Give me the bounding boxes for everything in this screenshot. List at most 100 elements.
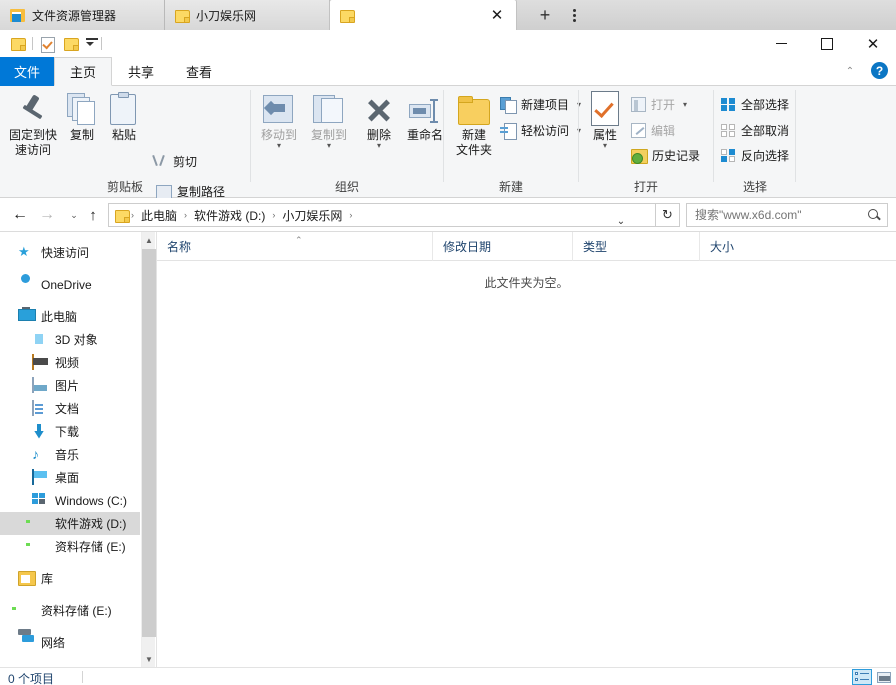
cut-button[interactable]: 剪切	[152, 150, 197, 173]
sidebar-item-documents[interactable]: 文档	[0, 397, 140, 420]
tab-view[interactable]: 查看	[170, 57, 228, 86]
tab-file[interactable]: 文件	[0, 57, 54, 86]
browser-tab-2[interactable]: 小刀娱乐网	[165, 0, 330, 30]
browser-tab-1[interactable]: 文件资源管理器	[0, 0, 165, 30]
forward-button[interactable]: →	[36, 204, 58, 226]
breadcrumb-item-2[interactable]: 小刀娱乐网	[277, 205, 347, 225]
up-button[interactable]: ↑	[82, 204, 104, 226]
breadcrumb-separator[interactable]: ›	[347, 205, 354, 225]
column-header-type[interactable]: 类型	[572, 232, 699, 261]
maximize-button[interactable]	[804, 30, 850, 57]
new-folder-button[interactable]: 新建 文件夹	[448, 89, 500, 167]
chevron-down-icon[interactable]: ▾	[683, 100, 687, 109]
sidebar-item-drive-e[interactable]: 资料存储 (E:)	[0, 535, 140, 558]
sidebar-item-onedrive[interactable]: OneDrive	[0, 273, 140, 296]
browser-tab-strip: 文件资源管理器 小刀娱乐网 ✕ +	[0, 0, 896, 30]
sidebar-item-label: 桌面	[55, 469, 79, 486]
sidebar-item-drive-d[interactable]: 软件游戏 (D:)	[0, 512, 140, 535]
new-item-button[interactable]: 新建项目 ▾	[500, 93, 581, 116]
column-header-name[interactable]: ⌃ 名称	[157, 232, 432, 261]
pin-label-line1: 固定到快	[9, 128, 57, 143]
select-none-button[interactable]: 全部取消	[720, 119, 789, 142]
sidebar-item-pictures[interactable]: 图片	[0, 374, 140, 397]
new-tab-icon[interactable]: +	[534, 4, 556, 26]
close-window-button[interactable]: ✕	[850, 30, 896, 57]
copy-to-caret-icon[interactable]: ▾	[327, 143, 331, 149]
group-separator	[795, 90, 796, 182]
tab-share[interactable]: 共享	[112, 57, 170, 86]
breadcrumb-separator[interactable]: ›	[182, 205, 189, 225]
qat-properties-icon[interactable]	[39, 35, 56, 52]
move-to-caret-icon[interactable]: ▾	[277, 143, 281, 149]
column-header-name-label: 名称	[167, 238, 191, 255]
search-icon[interactable]	[867, 208, 881, 222]
new-item-label: 新建项目	[521, 96, 569, 113]
star-icon: ★	[18, 245, 34, 261]
help-icon[interactable]: ?	[871, 62, 888, 79]
copy-button[interactable]: 复制	[60, 89, 104, 167]
folder-icon	[11, 37, 25, 50]
delete-button[interactable]: 删除 ▾	[357, 89, 401, 167]
address-dropdown-icon[interactable]: ⌄	[611, 209, 631, 233]
details-view-icon[interactable]	[852, 669, 872, 685]
qat-folder-icon[interactable]	[9, 35, 26, 52]
invert-selection-button[interactable]: 反向选择	[720, 144, 789, 167]
file-list-pane[interactable]: ⌃ 名称 修改日期 类型 大小 此文件夹为空。	[156, 232, 896, 667]
sidebar-item-desktop[interactable]: 桌面	[0, 466, 140, 489]
open-button[interactable]: 打开 ▾	[631, 93, 687, 116]
edit-button[interactable]: 编辑	[631, 119, 675, 142]
new-folder-icon	[458, 89, 490, 125]
scroll-up-icon[interactable]: ▲	[142, 232, 156, 248]
sidebar-item-downloads[interactable]: 下载	[0, 420, 140, 443]
tab-home[interactable]: 主页	[54, 57, 112, 86]
collapse-ribbon-icon[interactable]: ⌃	[842, 63, 858, 79]
scroll-down-icon[interactable]: ▼	[142, 651, 156, 667]
sidebar-item-drive-e-root[interactable]: 资料存储 (E:)	[0, 599, 140, 622]
scrollbar-thumb[interactable]	[142, 249, 156, 637]
column-header-date-modified[interactable]: 修改日期	[432, 232, 572, 261]
qat-new-folder-icon[interactable]	[62, 35, 79, 52]
breadcrumb-item-0[interactable]: 此电脑	[136, 205, 182, 225]
sidebar-item-videos[interactable]: 视频	[0, 351, 140, 374]
search-input[interactable]	[693, 207, 867, 223]
properties-caret-icon[interactable]: ▾	[603, 143, 607, 149]
cut-label: 剪切	[173, 153, 197, 170]
sidebar-item-this-pc[interactable]: 此电脑	[0, 305, 140, 328]
close-tab-icon[interactable]: ✕	[488, 6, 506, 24]
move-to-button[interactable]: 移动到 ▾	[253, 89, 305, 167]
ribbon-group-organize: 移动到 ▾ 复制到 ▾ 删除 ▾ 重命名 组织	[251, 86, 443, 198]
tab-menu-icon[interactable]	[565, 4, 583, 26]
sidebar-item-3d-objects[interactable]: 3D 对象	[0, 328, 140, 351]
column-header-size[interactable]: 大小	[699, 232, 779, 261]
address-bar: ← → ⌄ ↑ › 此电脑 › 软件游戏 (D:) › 小刀娱乐网 › ⌄ ↻	[0, 198, 896, 232]
history-button[interactable]: 历史记录	[631, 144, 700, 167]
search-box[interactable]	[686, 203, 888, 227]
sidebar-item-quick-access[interactable]: ★ 快速访问	[0, 241, 140, 264]
properties-button[interactable]: 属性 ▾	[583, 89, 627, 167]
breadcrumb-separator[interactable]: ›	[270, 205, 277, 225]
sidebar-item-libraries[interactable]: 库	[0, 567, 140, 590]
qat-customize-caret-icon[interactable]	[85, 35, 95, 52]
breadcrumb-item-1[interactable]: 软件游戏 (D:)	[189, 205, 270, 225]
sidebar-item-drive-c[interactable]: Windows (C:)	[0, 489, 140, 512]
navigation-pane[interactable]: ★ 快速访问 OneDrive 此电脑 3D 对象 视频 图片 文档	[0, 232, 140, 667]
back-button[interactable]: ←	[9, 204, 31, 226]
invert-selection-label: 反向选择	[741, 147, 789, 164]
delete-caret-icon[interactable]: ▾	[377, 143, 381, 149]
clipboard-group-label: 剪贴板	[0, 178, 250, 195]
drive-windows-icon	[32, 493, 48, 509]
refresh-button[interactable]: ↻	[656, 203, 680, 227]
library-icon	[18, 571, 34, 587]
navigation-pane-scrollbar[interactable]: ▲ ▼	[141, 232, 155, 667]
breadcrumb-separator[interactable]: ›	[129, 205, 136, 225]
minimize-button[interactable]	[758, 30, 804, 57]
copy-to-button[interactable]: 复制到 ▾	[303, 89, 355, 167]
sidebar-item-network[interactable]: 网络	[0, 631, 140, 654]
sidebar-item-music[interactable]: ♪ 音乐	[0, 443, 140, 466]
select-all-button[interactable]: 全部选择	[720, 93, 789, 116]
pin-to-quick-access-button[interactable]: 固定到快 速访问	[4, 89, 62, 167]
large-icons-view-icon[interactable]	[874, 669, 894, 685]
breadcrumb[interactable]: › 此电脑 › 软件游戏 (D:) › 小刀娱乐网 › ⌄	[108, 203, 656, 227]
paste-button[interactable]: 粘贴	[102, 89, 146, 167]
easy-access-button[interactable]: 轻松访问 ▾	[500, 119, 581, 142]
